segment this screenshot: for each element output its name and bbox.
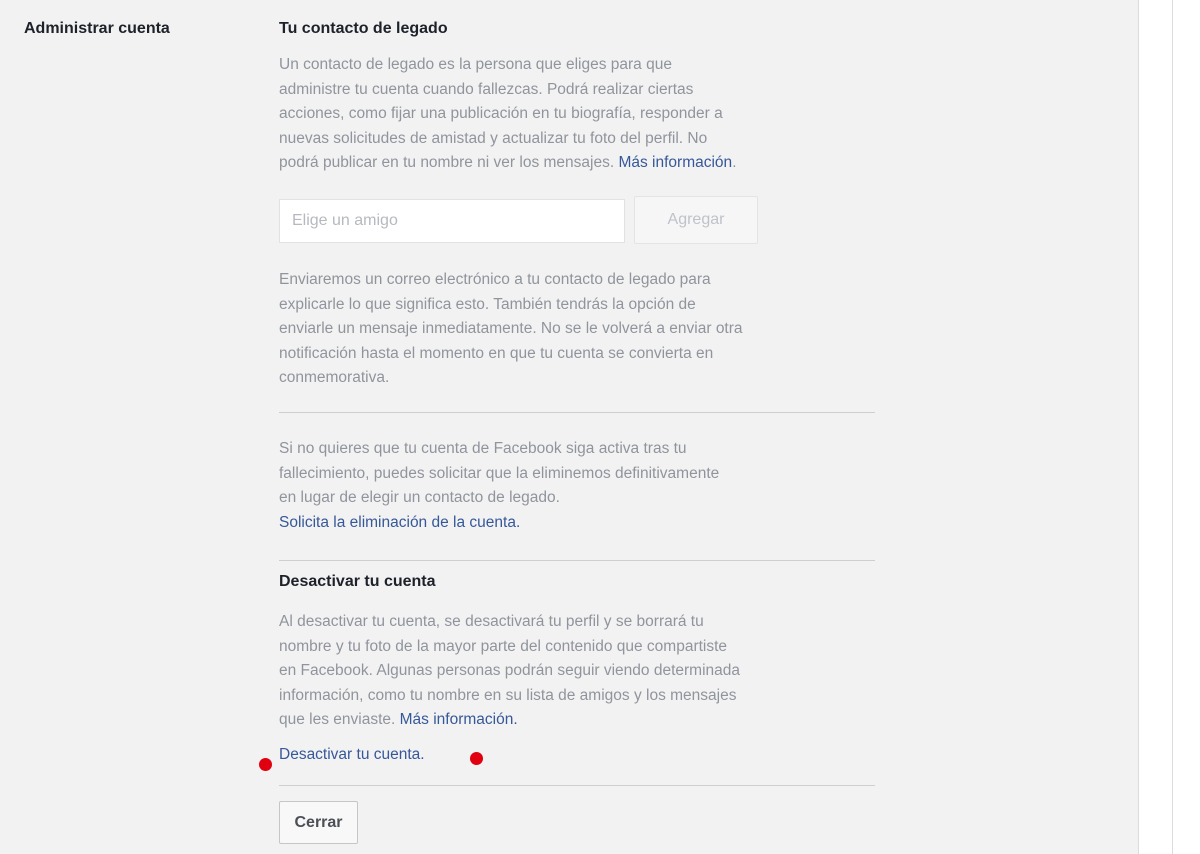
notice-line: enviarle un mensaje inmediatamente. No s… — [279, 320, 743, 337]
legacy-contact-title: Tu contacto de legado — [279, 20, 448, 37]
description-line: administre tu cuenta cuando fallezcas. P… — [279, 80, 694, 98]
add-legacy-contact-button[interactable]: Agregar — [634, 196, 758, 244]
deactivate-line: nombre y tu foto de la mayor parte del c… — [279, 637, 728, 655]
deactivate-line: Al desactivar tu cuenta, se desactivará … — [279, 613, 704, 630]
deactivate-account-link[interactable]: Desactivar tu cuenta. — [279, 746, 425, 764]
divider — [279, 412, 875, 413]
deactivate-description: Al desactivar tu cuenta, se desactivará … — [279, 610, 879, 733]
deletion-line: fallecimiento, puedes solicitar que la e… — [279, 464, 720, 482]
close-button[interactable]: Cerrar — [279, 801, 358, 844]
deactivate-title: Desactivar tu cuenta — [279, 573, 436, 590]
request-deletion-link[interactable]: Solicita la eliminación de la cuenta. — [279, 514, 520, 531]
more-info-link[interactable]: Más información. — [400, 711, 518, 728]
description-line: nuevas solicitudes de amistad y actualiz… — [279, 129, 708, 147]
legacy-contact-description: Un contacto de legado es la persona que … — [279, 56, 737, 171]
deletion-line: en lugar de elegir un contacto de legado… — [279, 489, 560, 506]
notice-line: Enviaremos un correo electrónico a tu co… — [279, 271, 711, 288]
deactivate-line: información, como tu nombre en su lista … — [279, 686, 737, 704]
deletion-line: Si no quieres que tu cuenta de Facebook … — [279, 440, 687, 457]
notice-line: notificación hasta el momento en que tu … — [279, 344, 714, 362]
deletion-text: Si no quieres que tu cuenta de Facebook … — [279, 437, 879, 535]
description-line: Un contacto de legado es la persona que … — [279, 56, 672, 73]
deactivate-line: en Facebook. Algunas personas podrán seg… — [279, 662, 741, 679]
page-edge-line — [1172, 0, 1173, 854]
email-notice: Enviaremos un correo electrónico a tu co… — [279, 268, 879, 391]
notice-line: explicarle lo que significa esto. Tambié… — [279, 295, 696, 313]
marker-dot-left — [259, 758, 272, 771]
description-line: acciones, como fijar una publicación en … — [279, 105, 723, 122]
deactivate-line: que les enviaste. — [279, 711, 396, 728]
notice-line: conmemorativa. — [279, 369, 390, 386]
more-info-link[interactable]: Más información — [618, 154, 732, 171]
divider — [279, 785, 875, 786]
marker-dot-right — [470, 752, 483, 765]
settings-panel: Administrar cuenta Tu contacto de legado… — [0, 0, 1139, 854]
section-label: Administrar cuenta — [24, 20, 170, 37]
divider — [279, 560, 875, 561]
description-line: podrá publicar en tu nombre ni ver los m… — [279, 154, 615, 171]
choose-friend-input[interactable] — [279, 199, 625, 243]
